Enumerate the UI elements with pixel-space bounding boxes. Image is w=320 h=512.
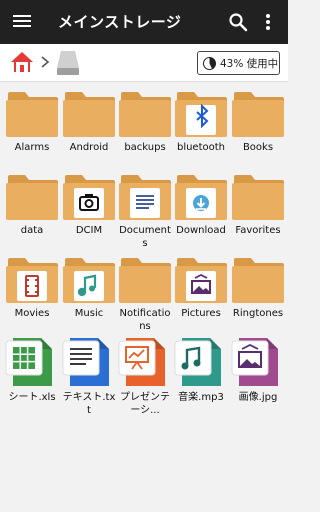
folder-icon: [61, 86, 117, 138]
folder-item[interactable]: Download: [173, 169, 229, 237]
folder-item[interactable]: Books: [230, 86, 286, 154]
app-bar: メインストレージ: [0, 0, 288, 44]
item-label: 音楽.mp3: [178, 392, 224, 403]
item-label: Documents: [119, 225, 171, 249]
item-label: Ringtones: [232, 308, 284, 319]
folder-item[interactable]: bluetooth: [173, 86, 229, 154]
file-item[interactable]: シート.xls: [4, 336, 60, 404]
download-folder-icon: [173, 169, 229, 221]
file-item[interactable]: プレゼンテーシ...: [117, 336, 173, 417]
folder-icon: [230, 86, 286, 138]
folder-icon: [4, 169, 60, 221]
item-label: 画像.jpg: [238, 392, 278, 403]
folder-icon: [4, 86, 60, 138]
home-icon[interactable]: [9, 50, 35, 74]
spreadsheet-file-icon: [4, 336, 60, 388]
storage-usage-badge[interactable]: 43% 使用中: [197, 51, 280, 75]
image-file-icon: [230, 336, 286, 388]
movies-folder-icon: [4, 252, 60, 304]
item-label: DCIM: [75, 225, 103, 236]
chevron-right-icon: [41, 56, 50, 68]
search-icon[interactable]: [228, 12, 248, 32]
breadcrumb: 43% 使用中: [0, 44, 288, 82]
file-item[interactable]: 音楽.mp3: [173, 336, 229, 404]
menu-icon[interactable]: [12, 12, 32, 32]
folder-icon: [117, 86, 173, 138]
item-label: Movies: [14, 308, 50, 319]
folder-item[interactable]: Notifications: [117, 252, 173, 333]
folder-item[interactable]: Pictures: [173, 252, 229, 320]
file-item[interactable]: テキスト.txt: [61, 336, 117, 417]
folder-item[interactable]: Movies: [4, 252, 60, 320]
audio-file-icon: [173, 336, 229, 388]
more-options-icon[interactable]: [262, 12, 274, 32]
folder-item[interactable]: DCIM: [61, 169, 117, 237]
storage-drive-icon[interactable]: [56, 50, 80, 76]
item-label: backups: [124, 142, 166, 153]
item-label: テキスト.txt: [62, 392, 116, 416]
item-label: Alarms: [14, 142, 50, 153]
item-label: Books: [242, 142, 274, 153]
bluetooth-folder-icon: [173, 86, 229, 138]
folder-item[interactable]: Alarms: [4, 86, 60, 154]
folder-item[interactable]: Documents: [117, 169, 173, 250]
folder-icon: [117, 252, 173, 304]
folder-item[interactable]: Android: [61, 86, 117, 154]
folder-item[interactable]: data: [4, 169, 60, 237]
text-file-icon: [61, 336, 117, 388]
item-label: Android: [69, 142, 109, 153]
folder-icon: [230, 252, 286, 304]
item-label: シート.xls: [8, 392, 56, 403]
presentation-file-icon: [117, 336, 173, 388]
folder-item[interactable]: Music: [61, 252, 117, 320]
storage-usage-text: 43% 使用中: [220, 57, 279, 70]
pictures-folder-icon: [173, 252, 229, 304]
file-item[interactable]: 画像.jpg: [230, 336, 286, 404]
camera-folder-icon: [61, 169, 117, 221]
item-label: Music: [74, 308, 104, 319]
folder-item[interactable]: Favorites: [230, 169, 286, 237]
item-label: data: [20, 225, 44, 236]
folder-icon: [230, 169, 286, 221]
documents-folder-icon: [117, 169, 173, 221]
music-folder-icon: [61, 252, 117, 304]
item-label: Download: [176, 225, 226, 236]
item-label: bluetooth: [176, 142, 226, 153]
item-label: Notifications: [119, 308, 171, 332]
folder-item[interactable]: Ringtones: [230, 252, 286, 320]
page-title: メインストレージ: [58, 13, 182, 31]
item-label: プレゼンテーシ...: [120, 392, 170, 416]
item-label: Pictures: [181, 308, 221, 319]
folder-item[interactable]: backups: [117, 86, 173, 154]
item-label: Favorites: [235, 225, 281, 236]
storage-pie-icon: [203, 56, 216, 70]
